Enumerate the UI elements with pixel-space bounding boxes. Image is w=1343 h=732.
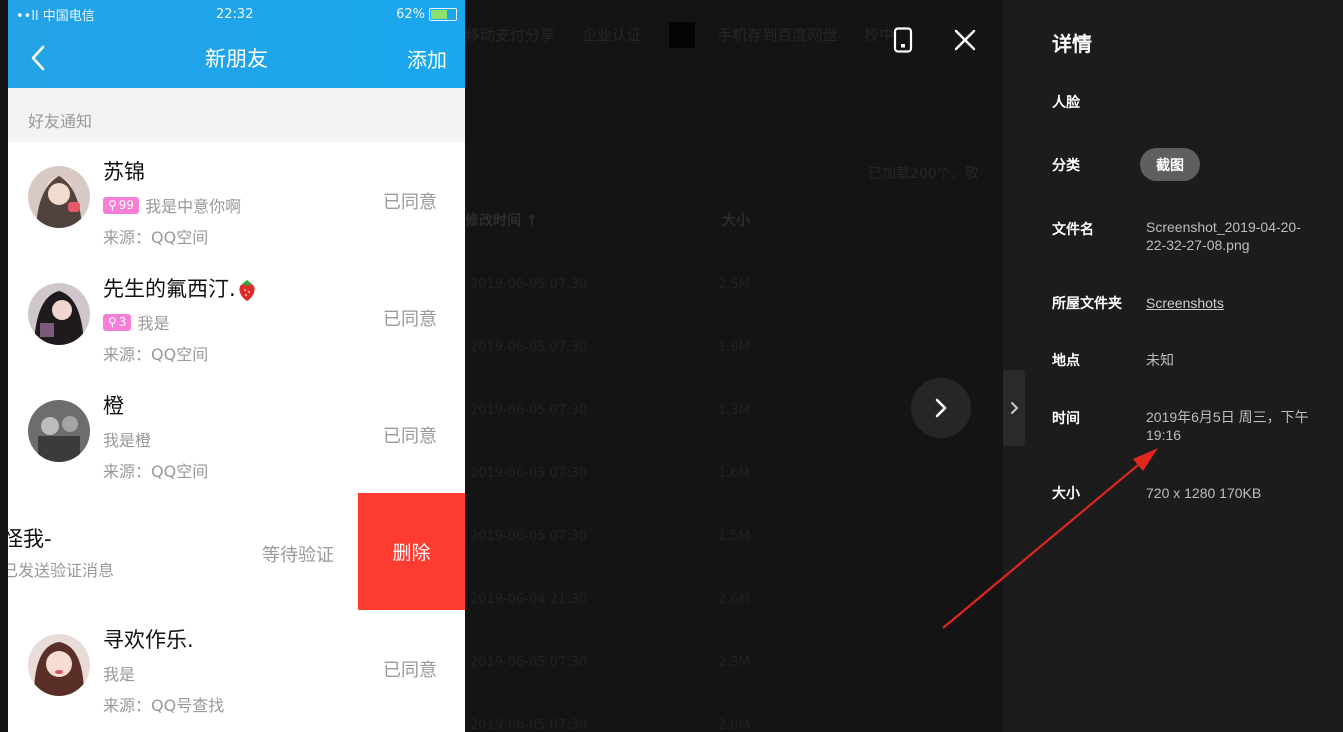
magnifier-icon: ⚲ — [108, 198, 117, 212]
friend-row: 先生的氟西汀. ⚲ 3 我是 来源：QQ空间 已同意 — [8, 259, 465, 376]
strawberry-icon — [239, 280, 255, 301]
friend-name: 先生的氟西汀. — [103, 273, 258, 303]
status-time: 22:32 — [216, 6, 254, 22]
time-line: 19:16 — [1146, 427, 1182, 443]
friend-status: 已同意 — [383, 660, 437, 681]
message-text: 我是橙 — [103, 431, 152, 450]
avatar — [28, 634, 90, 696]
friend-status: 已同意 — [383, 192, 437, 213]
friend-row: 寻欢作乐. 我是 来源：QQ号查找 已同意 — [8, 610, 465, 727]
bg-toolbar-item: 校中 — [864, 25, 895, 44]
battery-icon — [429, 7, 457, 21]
friend-message: 已发送验证消息 — [8, 561, 115, 580]
friend-name: 苏锦 — [103, 160, 145, 184]
bg-row: 2019-06-05 07:30 1.6M — [470, 340, 750, 355]
avatar — [28, 400, 90, 462]
bg-row: 2019-06-05 07:30 1.5M — [470, 529, 750, 544]
background-toolbar: 移动支付分享 企业认证 手机存到百度网盘 校中 — [465, 22, 916, 48]
category-label: 分类 — [1052, 158, 1080, 174]
next-image-button[interactable] — [911, 378, 971, 438]
friend-source: 来源：QQ空间 — [103, 462, 209, 481]
photo-viewer: 移动支付分享 企业认证 手机存到百度网盘 校中 已加载200个，敬 修改时间 ↑… — [0, 0, 1343, 732]
details-panel: 详情 人脸 分类 截图 文件名 Screenshot_2019-04-20- 2… — [1003, 0, 1343, 732]
bg-toolbar-item: 移动支付分享 — [465, 25, 556, 44]
friend-name: 怪我- — [8, 527, 52, 551]
bg-toolbar-item: 手机存到百度网盘 — [717, 25, 838, 44]
message-text: 我是 — [103, 665, 136, 684]
friend-status: 已同意 — [383, 309, 437, 330]
location-label: 地点 — [1052, 353, 1080, 369]
bg-column-size: 大小 — [722, 213, 750, 229]
size-value: 720 x 1280 170KB — [1146, 485, 1262, 501]
swiped-friend-row: 怪我- 已发送验证消息 等待验证 删除 — [8, 493, 465, 610]
delete-button: 删除 — [358, 493, 465, 610]
friend-message: 我是橙 — [103, 427, 151, 451]
filename-label: 文件名 — [1052, 222, 1094, 238]
face-label: 人脸 — [1052, 95, 1080, 111]
bg-column-time: 修改时间 ↑ — [465, 213, 538, 229]
folder-label: 所屋文件夹 — [1052, 296, 1122, 312]
filename-line: 22-32-27-08.png — [1146, 237, 1250, 253]
friend-status: 已同意 — [383, 426, 437, 447]
location-value: 未知 — [1146, 352, 1174, 368]
friend-message: 我是 — [103, 661, 135, 685]
folder-link[interactable]: Screenshots — [1146, 294, 1224, 312]
filename-line: Screenshot_2019-04-20- — [1146, 219, 1301, 235]
chevron-right-icon — [935, 398, 947, 418]
phone-header: ••ll 中国电信 22:32 62% 新朋友 添加 — [8, 0, 465, 88]
friend-message: ⚲ 3 我是 — [103, 310, 169, 334]
friend-source: 来源：QQ空间 — [103, 345, 209, 364]
section-label: 好友通知 — [8, 88, 465, 142]
bg-toolbar-item: 企业认证 — [581, 25, 642, 44]
level-badge: ⚲ 3 — [103, 313, 132, 331]
friend-row: 苏锦 ⚲ 99 我是中意你啊 来源：QQ空间 已同意 — [8, 142, 465, 259]
close-icon[interactable] — [952, 27, 978, 53]
collapse-panel-button[interactable] — [1003, 370, 1025, 446]
bg-count-text: 已加载200个，敬 — [868, 166, 979, 182]
friend-status: 等待验证 — [262, 545, 334, 566]
friend-name: 橙 — [103, 394, 124, 418]
bg-row: 2019-06-04 21:30 2.6M — [470, 592, 750, 607]
size-label: 大小 — [1052, 486, 1080, 502]
time-label: 时间 — [1052, 411, 1080, 427]
time-value: 2019年6月5日 周三，下午 19:16 — [1146, 408, 1309, 444]
friend-row: 橙 我是橙 来源：QQ空间 已同意 — [8, 376, 465, 493]
message-text: 我是中意你啊 — [145, 197, 242, 216]
phone-page-title: 新朋友 — [205, 47, 268, 71]
avatar — [28, 166, 90, 228]
carrier-text: ••ll 中国电信 — [16, 8, 95, 24]
level-badge: ⚲ 99 — [103, 196, 140, 214]
battery-text: 62% — [396, 6, 425, 22]
screenshot-image: ••ll 中国电信 22:32 62% 新朋友 添加 好友通知 苏锦 ⚲99 — [8, 0, 465, 732]
friend-message: ⚲ 99 我是中意你啊 — [103, 193, 241, 217]
friend-source: 来源：QQ号查找 — [103, 696, 225, 715]
bg-app-icon — [668, 22, 695, 48]
collapse-panel-icon — [1011, 402, 1018, 414]
filename-value: Screenshot_2019-04-20- 22-32-27-08.png — [1146, 218, 1301, 254]
message-text: 我是 — [137, 314, 170, 333]
phone-nav-bar: 新朋友 添加 — [8, 28, 465, 88]
time-line: 2019年6月5日 周三，下午 — [1146, 409, 1309, 425]
phone-view-icon[interactable] — [892, 27, 914, 53]
friend-name: 寻欢作乐. — [103, 628, 194, 652]
battery-indicator: 62% — [396, 7, 457, 22]
panel-title: 详情 — [1052, 32, 1092, 56]
phone-add-link: 添加 — [407, 47, 447, 72]
friend-source: 来源：QQ空间 — [103, 228, 209, 247]
magnifier-icon: ⚲ — [108, 315, 117, 329]
bg-row: 2019-06-05 07:30 2.0M — [470, 718, 750, 732]
bg-row: 2019-06-05 07:30 1.6M — [470, 466, 750, 481]
back-arrow-icon — [31, 45, 45, 71]
avatar — [28, 283, 90, 345]
category-tag[interactable]: 截图 — [1140, 148, 1200, 181]
bg-row: 2019-06-05 07:30 1.3M — [470, 403, 750, 418]
bg-row: 2019-06-05 07:30 2.3M — [470, 655, 750, 670]
phone-status-bar: ••ll 中国电信 22:32 62% — [8, 0, 465, 28]
bg-row: 2019-06-05 07:30 2.5M — [470, 277, 750, 292]
